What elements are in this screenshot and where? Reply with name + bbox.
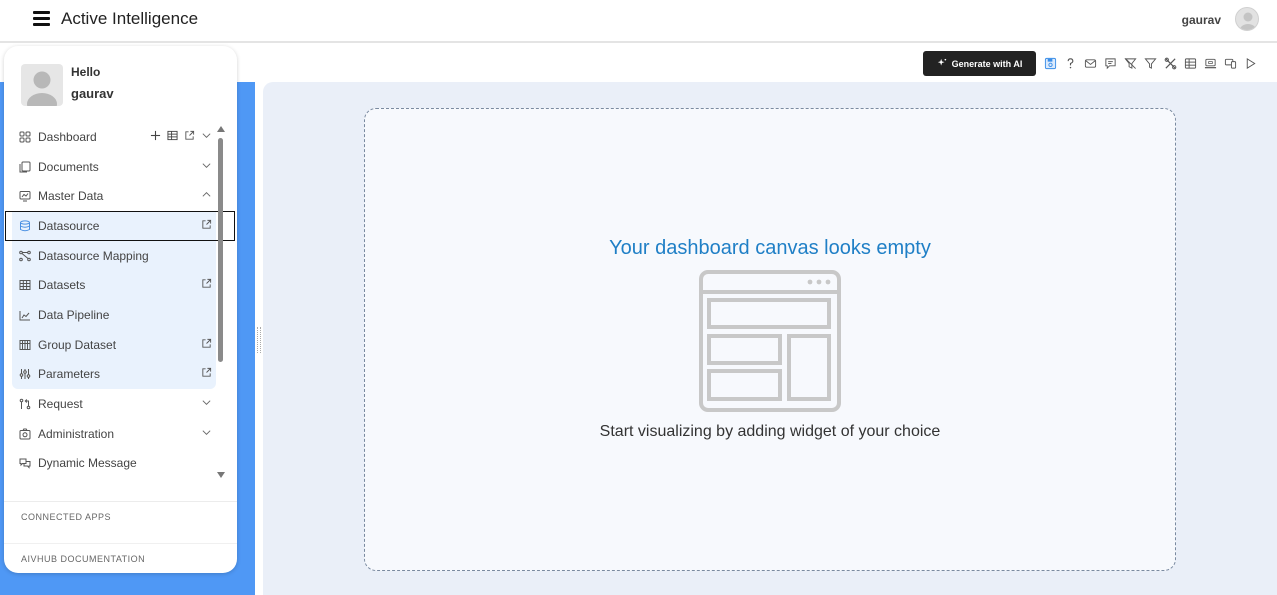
table-icon[interactable] [167,130,178,144]
chevron-down-icon[interactable] [201,427,212,441]
connected-apps-link[interactable]: CONNECTED APPS [4,501,237,531]
sidebar-item-datasource-mapping[interactable]: Datasource Mapping [12,241,216,271]
scrollbar-thumb[interactable] [218,138,223,362]
documentation-link[interactable]: AIVHUB DOCUMENTATION [4,543,237,573]
database-icon [18,219,32,233]
sparkle-icon [937,58,947,70]
plus-icon[interactable] [150,130,161,144]
profile-avatar [21,64,63,106]
sidebar-item-documents[interactable]: Documents [12,152,216,182]
grid-icon [18,278,32,292]
sidebar-item-label: Datasource [38,218,100,233]
clear-filter-icon[interactable] [1122,55,1138,71]
sidebar-item-label: Data Pipeline [38,307,110,322]
sidebar-item-label: Request [38,397,83,412]
external-link-icon[interactable] [201,219,212,233]
chevron-up-icon[interactable] [201,189,212,203]
dashboard-canvas-area: Your dashboard canvas looks empty Start … [257,82,1277,595]
comment-icon[interactable] [1102,55,1118,71]
sidebar-item-label: Master Data [38,189,104,204]
sidebar-item-label: Documents [38,159,99,174]
external-link-icon[interactable] [201,278,212,292]
play-icon[interactable] [1242,55,1258,71]
user-avatar-icon[interactable] [1235,7,1259,31]
toolbar [1042,55,1258,71]
sidebar-item-request[interactable]: Request [12,389,216,419]
sidebar-item-label: Datasource Mapping [38,248,149,263]
chevron-down-icon[interactable] [201,160,212,174]
sidebar-item-datasource[interactable]: Datasource [5,211,235,241]
help-icon[interactable] [1062,55,1078,71]
documents-icon [18,160,32,174]
sidebar-item-label: Datasets [38,278,86,293]
sidebar-item-administration[interactable]: Administration [12,419,216,449]
sidebar-item-label: Parameters [38,367,101,382]
chevron-down-icon[interactable] [201,397,212,411]
table-icon[interactable] [1182,55,1198,71]
devices-icon[interactable] [1222,55,1238,71]
sidebar-item-label: Dashboard [38,129,97,144]
empty-dashboard-icon [699,270,841,412]
mapping-icon [18,249,32,263]
group-grid-icon [18,338,32,352]
external-link-icon[interactable] [184,130,195,144]
profile-name: gaurav [71,86,114,101]
sidebar-item-dynamic-message[interactable]: Dynamic Message [12,449,216,479]
top-header: Active Intelligence gaurav [0,0,1277,43]
sidebar-resize-handle[interactable] [257,327,261,353]
empty-state-subtitle: Start visualizing by adding widget of yo… [599,423,941,440]
tools-icon[interactable] [1162,55,1178,71]
message-icon [18,456,32,470]
greeting: Hello [71,65,101,79]
sidebar-item-label: Administration [38,426,115,441]
sidebar-item-parameters[interactable]: Parameters [12,360,216,390]
chevron-down-icon[interactable] [201,130,212,144]
app-title: Active Intelligence [61,9,199,28]
screen-icon[interactable] [1202,55,1218,71]
sidebar-item-master-data[interactable]: Master Data [12,181,216,211]
sidebar-item-data-pipeline[interactable]: Data Pipeline [12,300,216,330]
sidebar-item-datasets[interactable]: Datasets [12,270,216,300]
hamburger-icon[interactable] [33,11,50,26]
external-link-icon[interactable] [201,338,212,352]
sliders-icon [18,367,32,381]
master-data-icon [18,189,32,203]
dashboard-icon [18,130,32,144]
master-data-submenu: Datasource Datasource Mapping Datasets D… [5,211,235,390]
sidebar-item-dashboard[interactable]: Dashboard [12,122,216,152]
request-icon [18,397,32,411]
scroll-down-arrow-icon[interactable] [217,472,225,478]
save-icon[interactable] [1042,55,1058,71]
mail-icon[interactable] [1082,55,1098,71]
administration-icon [18,427,32,441]
sidebar-item-label: Dynamic Message [38,456,137,471]
sidebar-item-label: Group Dataset [38,337,117,352]
generate-with-ai-label: Generate with AI [951,58,1023,69]
generate-with-ai-button[interactable]: Generate with AI [923,51,1036,76]
sidebar-item-group-dataset[interactable]: Group Dataset [12,330,216,360]
sidebar-scrollbar[interactable] [217,126,225,478]
dashboard-canvas[interactable]: Your dashboard canvas looks empty Start … [364,108,1176,571]
scroll-up-arrow-icon[interactable] [217,126,225,132]
sidebar-nav: Dashboard Documents Master Data Datasour… [5,122,235,479]
filter-icon[interactable] [1142,55,1158,71]
empty-state-title: Your dashboard canvas looks empty [609,237,931,259]
line-chart-icon [18,308,32,322]
sidebar: Hello gaurav Dashboard Documents Master … [4,46,237,573]
external-link-icon[interactable] [201,367,212,381]
user-name[interactable]: gaurav [1182,13,1221,27]
